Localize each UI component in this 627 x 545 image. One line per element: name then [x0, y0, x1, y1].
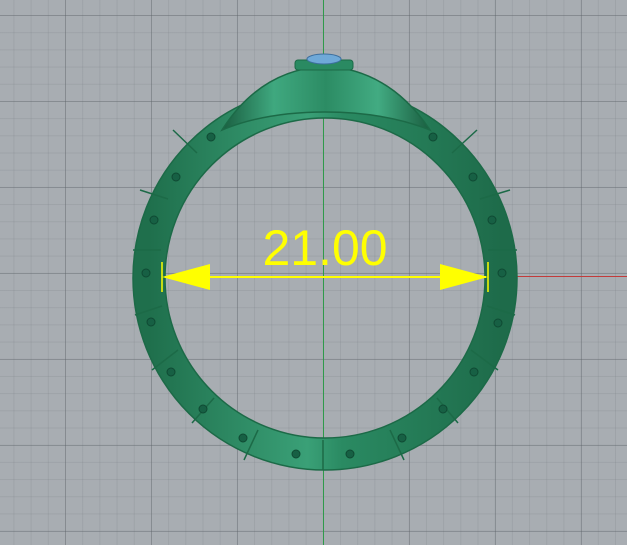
- front-viewport[interactable]: 21.00: [0, 0, 627, 545]
- diameter-dimension[interactable]: 21.00: [161, 220, 489, 292]
- stone: [306, 53, 342, 65]
- ring-top-shoulder: [220, 65, 432, 132]
- viewport-canvas[interactable]: 21.00: [0, 0, 627, 545]
- dimension-arrow-left-icon: [162, 264, 210, 290]
- dimension-arrow-right-icon: [440, 264, 488, 290]
- dimension-value: 21.00: [262, 220, 387, 276]
